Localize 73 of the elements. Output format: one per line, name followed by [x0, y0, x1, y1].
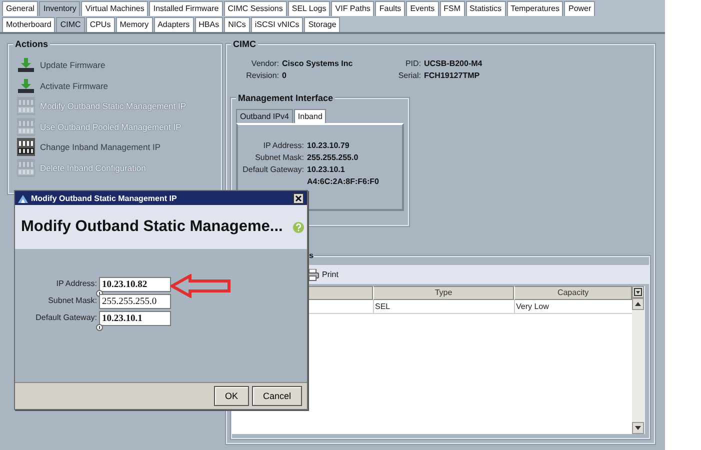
field-value: 10.23.10.1 — [307, 165, 346, 174]
dialog-title: Modify Outband Static Management IP — [31, 194, 178, 202]
panel-icon — [17, 138, 35, 156]
column-header[interactable]: Type — [373, 286, 514, 300]
cancel-button[interactable]: Cancel — [252, 386, 302, 406]
field-value: 10.23.10.79 — [307, 141, 350, 150]
column-chooser-icon[interactable] — [632, 286, 644, 298]
print-button[interactable]: Print — [322, 270, 338, 279]
tab[interactable]: VIF Paths — [331, 1, 374, 16]
panel-icon — [17, 118, 35, 136]
field-label: IP Address: — [262, 141, 304, 150]
app-icon — [18, 194, 28, 202]
field-value: FCH19127TMP — [424, 71, 481, 80]
tab[interactable]: General — [2, 1, 38, 16]
ok-button[interactable]: OK — [214, 386, 249, 406]
tab[interactable]: SEL Logs — [288, 1, 330, 16]
tab[interactable]: Memory — [116, 17, 153, 32]
tab[interactable]: FSM — [440, 1, 465, 16]
panel-title: Actions — [13, 39, 50, 50]
tab[interactable]: Power — [564, 1, 596, 16]
action-link[interactable]: Activate Firmware — [40, 80, 108, 91]
field-label: Revision: — [245, 71, 279, 80]
tab[interactable]: Statistics — [466, 1, 506, 16]
download-icon — [17, 78, 35, 94]
field-label: PID: — [404, 59, 421, 68]
scroll-up-icon[interactable] — [632, 298, 644, 310]
field-label: Subnet Mask: — [254, 153, 304, 162]
tab[interactable]: Inventory — [39, 1, 80, 16]
field-label: Default Gateway: — [242, 165, 304, 174]
tab[interactable]: Temperatures — [506, 1, 564, 16]
field-label: Serial: — [397, 71, 421, 80]
panel-icon — [17, 97, 35, 116]
action-link[interactable]: Update Firmware — [40, 60, 106, 70]
scroll-down-icon[interactable] — [632, 422, 644, 434]
tab[interactable]: CIMC — [56, 17, 85, 32]
tab[interactable]: Inband — [294, 109, 326, 123]
input-field[interactable]: 255.255.255.0 — [99, 294, 171, 309]
panel-title: CIMC — [231, 39, 258, 50]
arrow-annotation — [170, 274, 232, 298]
field-value: 255.255.255.0 — [307, 153, 360, 162]
input-field[interactable]: 10.23.10.1 — [99, 311, 171, 326]
dialog-heading: Modify Outband Static Manageme... — [21, 218, 283, 236]
tab[interactable]: Faults — [375, 1, 406, 16]
panel-icon — [17, 158, 35, 177]
tab[interactable]: Adapters — [154, 17, 194, 32]
tab[interactable]: Installed Firmware — [149, 1, 223, 16]
tab[interactable]: iSCSI vNICs — [250, 17, 304, 32]
tab[interactable]: CIMC Sessions — [224, 1, 287, 16]
action-link[interactable]: Change Inband Management IP — [40, 142, 161, 152]
field-label: Subnet Mask: — [47, 295, 97, 307]
input-field[interactable]: 10.23.10.82 — [99, 277, 171, 292]
info-icon — [96, 324, 103, 331]
field-label: Vendor: — [250, 59, 279, 68]
column-header[interactable]: Capacity — [514, 286, 632, 300]
tab[interactable]: Outband IPv4 — [236, 109, 293, 123]
scrollbar[interactable] — [632, 286, 645, 434]
field-value: A4:6C:2A:8F:F6:F0 — [307, 177, 380, 186]
field-label: IP Address: — [55, 278, 97, 290]
tab[interactable]: HBAs — [194, 17, 224, 32]
table-cell: SEL — [373, 300, 514, 313]
download-icon — [17, 57, 35, 74]
field-value: UCSB-B200-M4 — [424, 59, 484, 68]
field-value: Cisco Systems Inc — [282, 59, 354, 68]
field-value: 0 — [282, 71, 288, 80]
close-button[interactable] — [293, 192, 304, 204]
tab[interactable]: Motherboard — [2, 17, 56, 32]
tab[interactable]: Events — [406, 1, 439, 16]
tab[interactable]: CPUs — [86, 17, 115, 32]
field-label: Default Gateway: — [34, 312, 97, 324]
tab[interactable]: Virtual Machines — [81, 1, 148, 16]
tab[interactable]: NICs — [224, 17, 250, 32]
panel-title: Management Interface — [236, 93, 336, 104]
tab[interactable]: Storage — [304, 17, 340, 32]
